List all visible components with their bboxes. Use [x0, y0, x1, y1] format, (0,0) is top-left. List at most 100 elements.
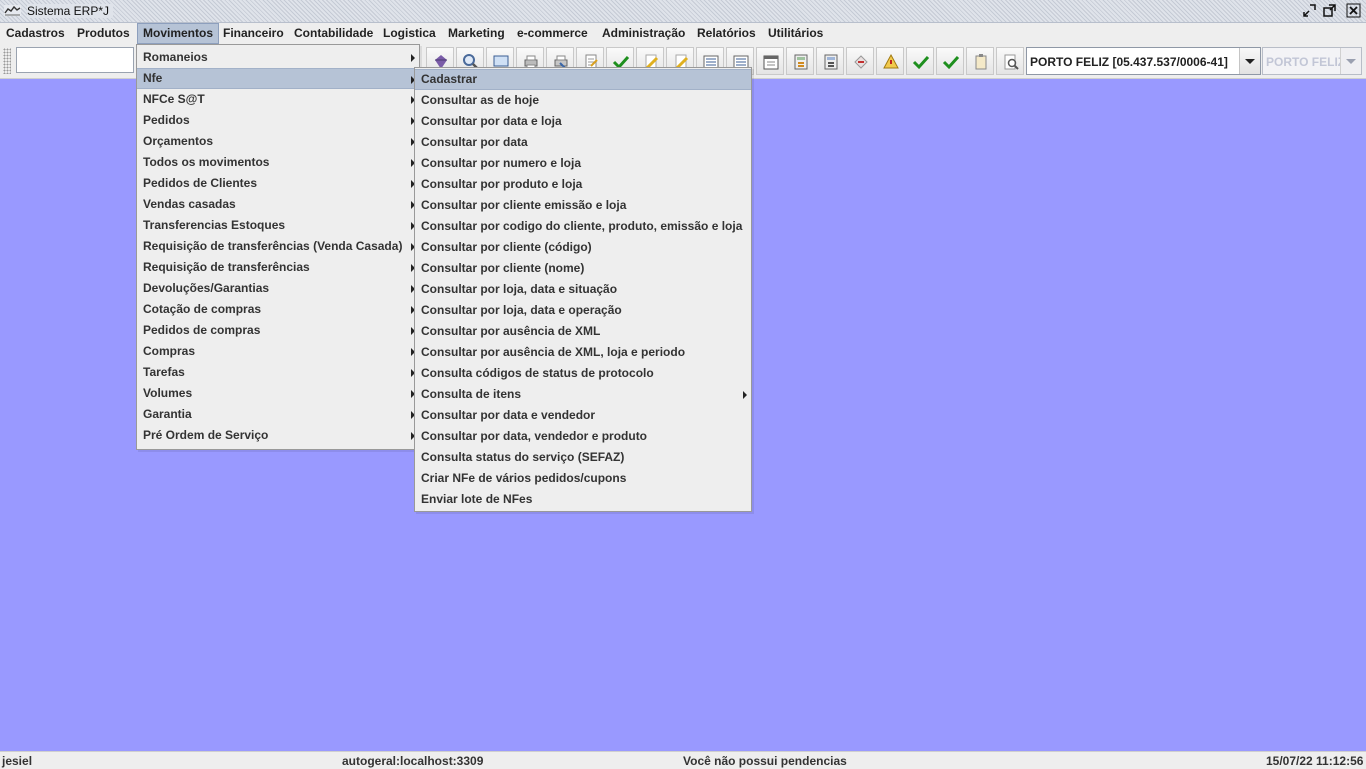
menu-item-label: Vendas casadas	[143, 197, 236, 211]
menu-item-label: Pré Ordem de Serviço	[143, 428, 269, 442]
menu-item-vendas-casadas[interactable]: Vendas casadas	[137, 194, 419, 215]
menu-item-enviar-lote-nfes[interactable]: Enviar lote de NFes	[415, 489, 751, 510]
document-red-icon[interactable]	[846, 47, 874, 75]
store-select-value: PORTO FELIZ	[1266, 55, 1346, 69]
menu-item-label: Pedidos de Clientes	[143, 176, 258, 190]
menu-item-cotacao-compras[interactable]: Cotação de compras	[137, 299, 419, 320]
nfe-submenu: Cadastrar Consultar as de hoje Consultar…	[414, 67, 752, 512]
menu-item-label: Orçamentos	[143, 134, 214, 148]
submenu-arrow-icon	[743, 391, 747, 399]
menu-contabilidade[interactable]: Contabilidade	[289, 23, 378, 44]
menu-item-label: Devoluções/Garantias	[143, 281, 270, 295]
menu-item-consultar-produto-loja[interactable]: Consultar por produto e loja	[415, 174, 751, 195]
menu-cadastros[interactable]: Cadastros	[1, 23, 70, 44]
menu-utilitarios[interactable]: Utilitários	[763, 23, 828, 44]
menu-item-consulta-itens[interactable]: Consulta de itens	[415, 384, 751, 405]
menu-item-consultar-codigo-cliente-produto[interactable]: Consultar por codigo do cliente, produto…	[415, 216, 751, 237]
status-datetime: 15/07/22 11:12:56	[1266, 754, 1364, 768]
menu-item-consultar-ausencia-xml-loja-periodo[interactable]: Consultar por ausência de XML, loja e pe…	[415, 342, 751, 363]
chevron-down-icon[interactable]	[1239, 48, 1260, 74]
status-bar: jesiel autogeral:localhost:3309 Você não…	[0, 751, 1366, 769]
menu-item-label: Romaneios	[143, 50, 208, 64]
search-document-icon[interactable]	[996, 47, 1024, 75]
menu-item-label: NFCe S@T	[143, 92, 205, 106]
menu-item-cadastrar[interactable]: Cadastrar	[415, 69, 751, 90]
menu-e-commerce[interactable]: e-commerce	[512, 23, 593, 44]
menu-item-devolucoes-garantias[interactable]: Devoluções/Garantias	[137, 278, 419, 299]
menu-item-label: Consulta de itens	[421, 387, 522, 401]
menu-produtos[interactable]: Produtos	[72, 23, 135, 44]
menu-item-consulta-codigos-status-protocolo[interactable]: Consulta códigos de status de protocolo	[415, 363, 751, 384]
green-check-icon[interactable]	[906, 47, 934, 75]
menu-financeiro[interactable]: Financeiro	[218, 23, 289, 44]
menu-item-label: Requisição de transferências	[143, 260, 310, 274]
toolbar-grip[interactable]	[3, 48, 11, 74]
menu-administracao[interactable]: Administração	[597, 23, 690, 44]
menu-item-garantia[interactable]: Garantia	[137, 404, 419, 425]
menu-item-consultar-data-loja[interactable]: Consultar por data e loja	[415, 111, 751, 132]
menu-item-todos-movimentos[interactable]: Todos os movimentos	[137, 152, 419, 173]
movimentos-menu: Romaneios Nfe NFCe S@T Pedidos Orçamento…	[136, 44, 420, 450]
menu-item-label: Cotação de compras	[143, 302, 262, 316]
clipboard-icon[interactable]	[966, 47, 994, 75]
menu-relatorios[interactable]: Relatórios	[692, 23, 761, 44]
menu-item-tarefas[interactable]: Tarefas	[137, 362, 419, 383]
chevron-down-icon[interactable]	[1340, 48, 1361, 74]
menu-item-orcamentos[interactable]: Orçamentos	[137, 131, 419, 152]
submenu-arrow-icon	[411, 54, 415, 62]
menu-item-nfe[interactable]: Nfe	[137, 68, 419, 89]
menu-item-consultar-data-vendedor-produto[interactable]: Consultar por data, vendedor e produto	[415, 426, 751, 447]
menu-item-label: Garantia	[143, 407, 192, 421]
menu-item-consultar-cliente-codigo[interactable]: Consultar por cliente (código)	[415, 237, 751, 258]
menu-item-consultar-numero-loja[interactable]: Consultar por numero e loja	[415, 153, 751, 174]
menu-item-compras[interactable]: Compras	[137, 341, 419, 362]
menu-item-label: Pedidos de compras	[143, 323, 261, 337]
menu-item-pedidos[interactable]: Pedidos	[137, 110, 419, 131]
menu-item-pre-ordem-servico[interactable]: Pré Ordem de Serviço	[137, 425, 419, 446]
warning-sign-icon[interactable]	[876, 47, 904, 75]
title-bar: Sistema ERP*J	[0, 0, 1366, 23]
menu-item-requisicao-transferencias[interactable]: Requisição de transferências	[137, 257, 419, 278]
menu-item-consultar-data-vendedor[interactable]: Consultar por data e vendedor	[415, 405, 751, 426]
menu-item-label: Transferencias Estoques	[143, 218, 286, 232]
calculator-icon[interactable]	[786, 47, 814, 75]
maximize-icon[interactable]	[1322, 3, 1337, 18]
menu-marketing[interactable]: Marketing	[443, 23, 510, 44]
menu-item-consultar-loja-data-situacao[interactable]: Consultar por loja, data e situação	[415, 279, 751, 300]
status-connection: autogeral:localhost:3309	[342, 754, 484, 768]
menu-item-consultar-ausencia-xml[interactable]: Consultar por ausência de XML	[415, 321, 751, 342]
company-select-value: PORTO FELIZ [05.437.537/0006-41]	[1030, 55, 1228, 69]
company-select[interactable]: PORTO FELIZ [05.437.537/0006-41]	[1026, 47, 1261, 75]
search-input[interactable]	[16, 47, 134, 73]
menu-item-label: Compras	[143, 344, 196, 358]
menu-item-consultar-cliente-nome[interactable]: Consultar por cliente (nome)	[415, 258, 751, 279]
menu-item-consultar-cliente-emissao-loja[interactable]: Consultar por cliente emissão e loja	[415, 195, 751, 216]
menu-item-consultar-hoje[interactable]: Consultar as de hoje	[415, 90, 751, 111]
menu-item-requisicao-venda-casada[interactable]: Requisição de transferências (Venda Casa…	[137, 236, 419, 257]
menu-item-label: Volumes	[143, 386, 193, 400]
store-select[interactable]: PORTO FELIZ	[1262, 47, 1362, 75]
menu-item-label: Requisição de transferências (Venda Casa…	[143, 239, 403, 253]
menu-item-transferencias-estoques[interactable]: Transferencias Estoques	[137, 215, 419, 236]
menu-bar: Cadastros Produtos Movimentos Financeiro…	[0, 23, 1366, 45]
calculator-icon[interactable]	[816, 47, 844, 75]
status-pending: Você não possui pendencias	[683, 754, 847, 768]
menu-logistica[interactable]: Logistica	[378, 23, 441, 44]
green-check-icon[interactable]	[936, 47, 964, 75]
menu-item-consultar-loja-data-operacao[interactable]: Consultar por loja, data e operação	[415, 300, 751, 321]
menu-item-volumes[interactable]: Volumes	[137, 383, 419, 404]
menu-item-consulta-status-sefaz[interactable]: Consulta status do serviço (SEFAZ)	[415, 447, 751, 468]
menu-item-nfce-sat[interactable]: NFCe S@T	[137, 89, 419, 110]
menu-item-romaneios[interactable]: Romaneios	[137, 47, 419, 68]
menu-item-criar-nfe-pedidos-cupons[interactable]: Criar NFe de vários pedidos/cupons	[415, 468, 751, 489]
menu-item-label: Nfe	[143, 71, 163, 85]
restore-icon[interactable]	[1302, 3, 1317, 18]
menu-item-pedidos-compras[interactable]: Pedidos de compras	[137, 320, 419, 341]
menu-item-label: Todos os movimentos	[143, 155, 270, 169]
menu-item-pedidos-clientes[interactable]: Pedidos de Clientes	[137, 173, 419, 194]
menu-item-label: Pedidos	[143, 113, 190, 127]
close-icon[interactable]	[1346, 3, 1361, 18]
calendar-icon[interactable]	[756, 47, 784, 75]
menu-item-consultar-data[interactable]: Consultar por data	[415, 132, 751, 153]
menu-movimentos[interactable]: Movimentos	[137, 23, 220, 44]
